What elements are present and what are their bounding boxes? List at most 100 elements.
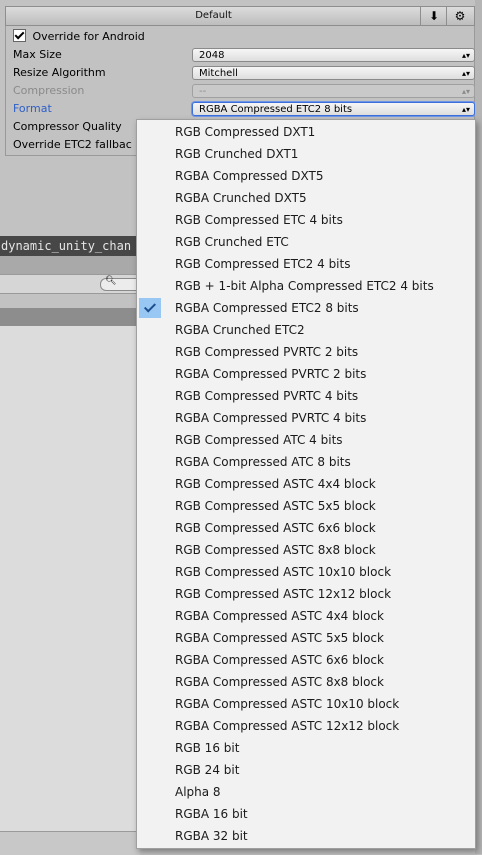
format-option[interactable]: RGB Compressed ASTC 5x5 block bbox=[139, 495, 473, 517]
max-size-label: Max Size bbox=[13, 48, 62, 61]
format-option[interactable]: RGB Compressed ETC 4 bits bbox=[139, 209, 473, 231]
format-option[interactable]: RGB Compressed ETC2 4 bits bbox=[139, 253, 473, 275]
format-option-label: RGB Compressed ETC 4 bits bbox=[175, 213, 343, 227]
format-option[interactable]: RGBA Compressed ASTC 4x4 block bbox=[139, 605, 473, 627]
format-option-label: RGBA 16 bit bbox=[175, 807, 248, 821]
format-option[interactable]: RGBA Compressed ASTC 5x5 block bbox=[139, 627, 473, 649]
format-option-label: RGBA Compressed ETC2 8 bits bbox=[175, 301, 359, 315]
resize-label: Resize Algorithm bbox=[13, 66, 106, 79]
compression-value: -- bbox=[199, 86, 207, 97]
format-option-label: RGBA Compressed PVRTC 4 bits bbox=[175, 411, 367, 425]
format-option-label: RGB + 1-bit Alpha Compressed ETC2 4 bits bbox=[175, 279, 434, 293]
format-option[interactable]: RGB Crunched ETC bbox=[139, 231, 473, 253]
format-option[interactable]: RGBA Crunched DXT5 bbox=[139, 187, 473, 209]
updown-arrow-icon: ▴▾ bbox=[461, 105, 470, 114]
format-option[interactable]: Alpha 8 bbox=[139, 781, 473, 803]
bottom-strip bbox=[0, 831, 140, 855]
override-etc2-label: Override ETC2 fallbac bbox=[13, 138, 132, 151]
format-option[interactable]: RGB Compressed DXT1 bbox=[139, 121, 473, 143]
format-option[interactable]: RGBA Compressed ATC 8 bits bbox=[139, 451, 473, 473]
format-option[interactable]: RGBA Compressed DXT5 bbox=[139, 165, 473, 187]
resize-row: Resize Algorithm bbox=[13, 64, 106, 82]
format-option-label: RGB Crunched DXT1 bbox=[175, 147, 299, 161]
compressor-quality-row: Compressor Quality bbox=[13, 118, 122, 136]
compression-select: -- ▴▾ bbox=[192, 84, 475, 98]
format-option[interactable]: RGBA Compressed ASTC 8x8 block bbox=[139, 671, 473, 693]
format-option[interactable]: RGB Compressed PVRTC 2 bits bbox=[139, 341, 473, 363]
format-option[interactable]: RGBA Compressed ASTC 10x10 block bbox=[139, 693, 473, 715]
format-option[interactable]: RGBA Crunched ETC2 bbox=[139, 319, 473, 341]
resize-select[interactable]: Mitchell ▴▾ bbox=[192, 66, 475, 80]
format-option-label: RGBA Compressed DXT5 bbox=[175, 169, 324, 183]
format-option-label: RGBA Crunched DXT5 bbox=[175, 191, 307, 205]
format-option[interactable]: RGB Compressed ASTC 6x6 block bbox=[139, 517, 473, 539]
format-option-label: RGB Compressed ASTC 10x10 block bbox=[175, 565, 392, 579]
format-option-label: RGB Crunched ETC bbox=[175, 235, 289, 249]
format-option-label: RGBA Compressed ASTC 4x4 block bbox=[175, 609, 384, 623]
selected-list-row[interactable] bbox=[0, 308, 140, 326]
format-option-label: RGBA Compressed ASTC 8x8 block bbox=[175, 675, 384, 689]
format-option[interactable]: RGBA Compressed PVRTC 4 bits bbox=[139, 407, 473, 429]
max-size-value: 2048 bbox=[199, 50, 225, 61]
format-option-label: RGB Compressed ASTC 4x4 block bbox=[175, 477, 376, 491]
format-option-label: RGBA Compressed ASTC 10x10 block bbox=[175, 697, 400, 711]
format-label: Format bbox=[13, 102, 52, 115]
format-option-label: RGB Compressed PVRTC 4 bits bbox=[175, 389, 359, 403]
format-option-label: RGBA Crunched ETC2 bbox=[175, 323, 305, 337]
format-option-label: RGBA Compressed ASTC 5x5 block bbox=[175, 631, 384, 645]
format-option-label: RGBA Compressed ATC 8 bits bbox=[175, 455, 351, 469]
format-option[interactable]: RGB Compressed ATC 4 bits bbox=[139, 429, 473, 451]
format-option-label: RGB Compressed PVRTC 2 bits bbox=[175, 345, 359, 359]
format-select[interactable]: RGBA Compressed ETC2 8 bits ▴▾ bbox=[192, 102, 475, 116]
max-size-select[interactable]: 2048 ▴▾ bbox=[192, 48, 475, 62]
format-option[interactable]: RGB Compressed ASTC 8x8 block bbox=[139, 539, 473, 561]
download-icon[interactable]: ⬇ bbox=[420, 7, 447, 25]
compression-row: Compression bbox=[13, 82, 84, 100]
format-option[interactable]: RGBA 16 bit bbox=[139, 803, 473, 825]
list-area bbox=[0, 326, 140, 831]
search-icon: 🔍︎ bbox=[105, 276, 117, 286]
format-option[interactable]: RGB Compressed ASTC 12x12 block bbox=[139, 583, 473, 605]
hierarchy-object-tab[interactable]: dynamic_unity_chan bbox=[0, 236, 140, 256]
format-option[interactable]: RGB 24 bit bbox=[139, 759, 473, 781]
format-option-label: RGBA Compressed PVRTC 2 bits bbox=[175, 367, 367, 381]
format-option-label: RGB Compressed ASTC 12x12 block bbox=[175, 587, 392, 601]
format-option[interactable]: RGB + 1-bit Alpha Compressed ETC2 4 bits bbox=[139, 275, 473, 297]
format-option[interactable]: RGBA 32 bit bbox=[139, 825, 473, 847]
override-row[interactable]: Override for Android bbox=[13, 28, 145, 46]
format-option-label: RGBA Compressed ASTC 12x12 block bbox=[175, 719, 400, 733]
format-option[interactable]: RGB Compressed ASTC 4x4 block bbox=[139, 473, 473, 495]
updown-arrow-icon: ▴▾ bbox=[461, 51, 470, 60]
window-edge bbox=[475, 0, 482, 854]
format-dropdown-menu: RGB Compressed DXT1 RGB Crunched DXT1 RGBA… bbox=[136, 119, 476, 849]
format-option-label: RGBA Compressed ASTC 6x6 block bbox=[175, 653, 384, 667]
compressor-quality-label: Compressor Quality bbox=[13, 120, 122, 133]
format-option-label: RGB Compressed ASTC 5x5 block bbox=[175, 499, 376, 513]
format-option[interactable]: RGBA Compressed ASTC 6x6 block bbox=[139, 649, 473, 671]
format-value: RGBA Compressed ETC2 8 bits bbox=[199, 104, 353, 115]
resize-value: Mitchell bbox=[199, 68, 238, 79]
override-etc2-row: Override ETC2 fallbac bbox=[13, 136, 132, 154]
format-option[interactable]: RGBA Compressed ASTC 12x12 block bbox=[139, 715, 473, 737]
format-option-label: RGB Compressed ASTC 6x6 block bbox=[175, 521, 376, 535]
search-input[interactable]: 🔍︎ bbox=[100, 276, 141, 291]
panel-header-band bbox=[0, 256, 140, 274]
updown-arrow-icon: ▴▾ bbox=[461, 87, 470, 96]
tab-default[interactable]: Default bbox=[6, 7, 421, 25]
max-size-row: Max Size bbox=[13, 46, 62, 64]
format-option-label: RGB 24 bit bbox=[175, 763, 240, 777]
format-option-label: RGB Compressed ETC2 4 bits bbox=[175, 257, 351, 271]
format-option[interactable]: RGB Compressed PVRTC 4 bits bbox=[139, 385, 473, 407]
format-option[interactable]: RGBA Compressed ETC2 8 bits bbox=[139, 297, 473, 319]
checkmark-icon bbox=[139, 298, 161, 318]
format-option[interactable]: RGB 16 bit bbox=[139, 737, 473, 759]
format-option-label: RGB Compressed ASTC 8x8 block bbox=[175, 543, 376, 557]
format-option[interactable]: RGB Crunched DXT1 bbox=[139, 143, 473, 165]
format-option[interactable]: RGBA Compressed PVRTC 2 bits bbox=[139, 363, 473, 385]
format-option-label: RGB Compressed ATC 4 bits bbox=[175, 433, 343, 447]
override-checkbox[interactable] bbox=[13, 29, 26, 42]
format-option-label: RGB Compressed DXT1 bbox=[175, 125, 316, 139]
platform-tab-bar: Default ⬇ ⚙ bbox=[5, 6, 475, 26]
format-option[interactable]: RGB Compressed ASTC 10x10 block bbox=[139, 561, 473, 583]
android-icon[interactable]: ⚙ bbox=[446, 7, 473, 25]
